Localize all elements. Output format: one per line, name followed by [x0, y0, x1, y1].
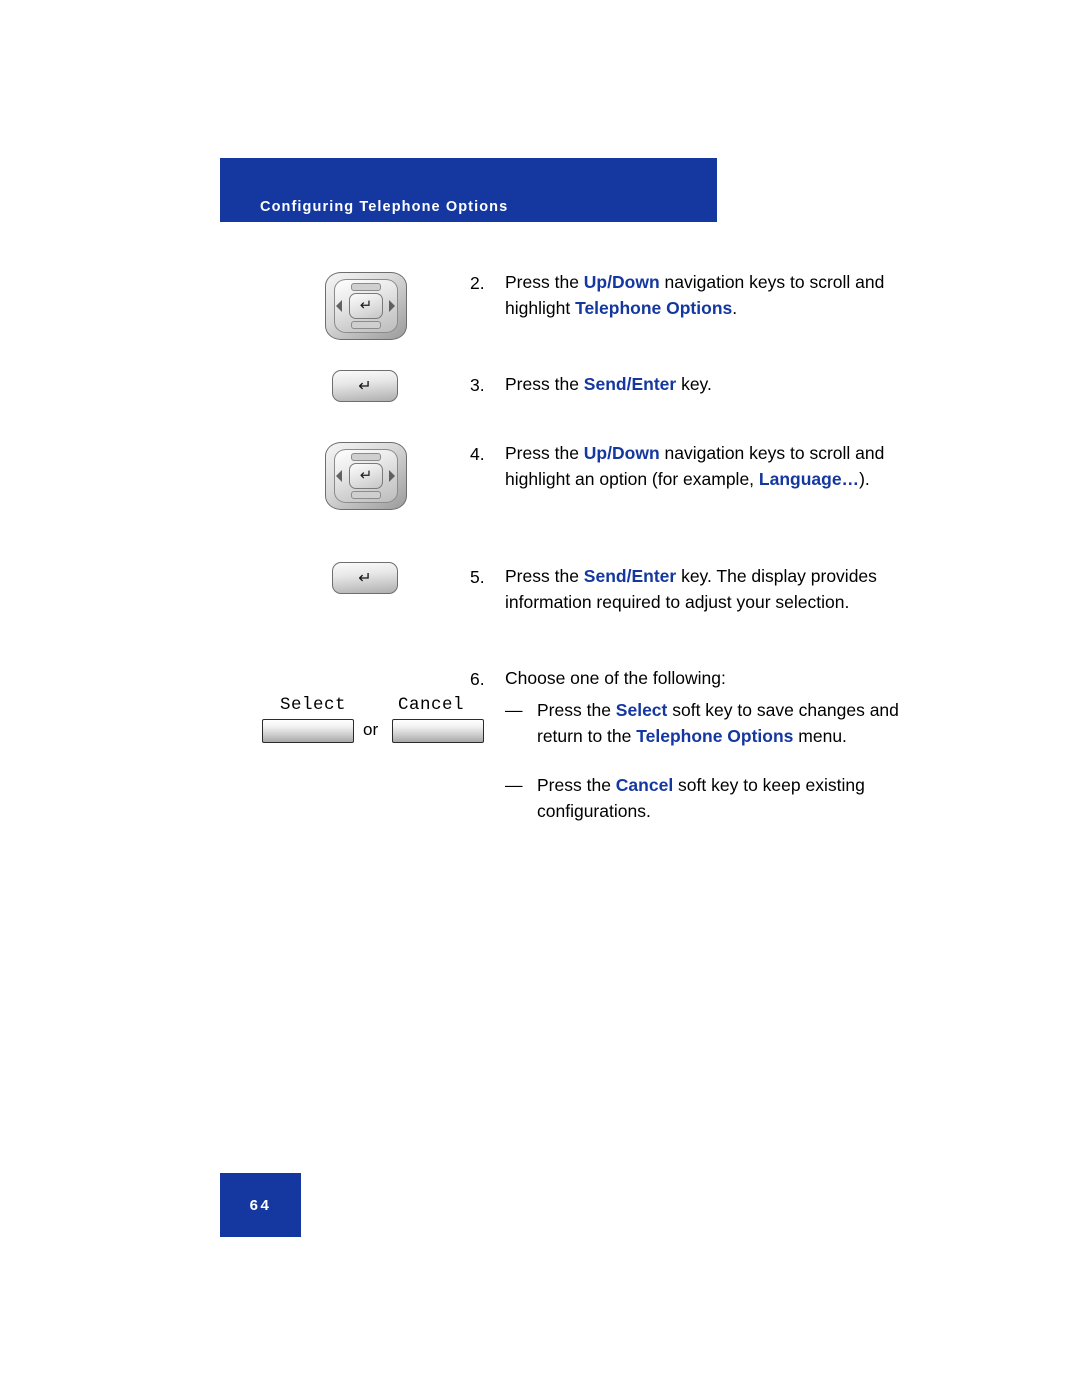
step-text: Press the Send/Enter key. — [505, 374, 712, 394]
enter-arrow-icon: ↵ — [358, 570, 372, 587]
step-text: Press the Send/Enter key. The display pr… — [505, 566, 877, 612]
chapter-header-band: Configuring Telephone Options — [220, 158, 717, 222]
select-softkey-label: Select — [280, 695, 347, 715]
navkey-down-bar — [351, 491, 381, 499]
arrow-right-icon — [389, 300, 395, 312]
navigation-keys-icon: ↵ — [325, 442, 407, 510]
enter-arrow-icon: ↵ — [359, 297, 373, 315]
enter-key-term: Enter — [631, 566, 677, 586]
step-number: 2. — [470, 273, 485, 293]
bullet-text: Press the Select soft key to save change… — [537, 700, 899, 746]
arrow-left-icon — [336, 470, 342, 482]
down-key-term: Down — [612, 272, 660, 292]
cancel-softkey-label: Cancel — [398, 695, 465, 715]
select-softkey-button[interactable] — [262, 719, 354, 743]
telephone-options-term: Telephone Options — [575, 297, 733, 318]
enter-key-icon: ↵ — [332, 370, 398, 402]
language-option-term: Language… — [758, 468, 860, 489]
step-number: 3. — [470, 375, 485, 395]
step-number: 4. — [470, 444, 485, 464]
up-key-term: Up — [583, 443, 608, 463]
telephone-options-term: Telephone Options — [636, 725, 794, 746]
bullet-dash: — — [505, 775, 523, 795]
enter-arrow-icon: ↵ — [359, 467, 373, 485]
cancel-term: Cancel — [615, 775, 674, 795]
step-number: 6. — [470, 669, 485, 689]
step-text: Choose one of the following: — [505, 668, 726, 688]
step-text: Press the Up/Down navigation keys to scr… — [505, 272, 885, 318]
cancel-softkey-button[interactable] — [392, 719, 484, 743]
page-number-block: 64 — [220, 1173, 301, 1237]
navkey-down-bar — [351, 321, 381, 329]
select-term: Select — [615, 700, 668, 720]
arrow-left-icon — [336, 300, 342, 312]
step-text: Press the Up/Down navigation keys to scr… — [505, 443, 885, 489]
or-separator-label: or — [363, 720, 379, 739]
send-key-term: Send — [583, 566, 627, 586]
bullet-text: Press the Cancel soft key to keep existi… — [537, 775, 865, 821]
up-key-term: Up — [583, 272, 608, 292]
arrow-right-icon — [389, 470, 395, 482]
page-number: 64 — [249, 1196, 272, 1214]
enter-arrow-icon: ↵ — [358, 378, 372, 395]
page-title: Configuring Telephone Options — [260, 199, 509, 215]
navigation-keys-icon: ↵ — [325, 272, 407, 340]
softkey-illustration: Select Cancel or — [262, 695, 492, 751]
navkey-center-button: ↵ — [349, 293, 383, 319]
send-key-term: Send — [583, 374, 627, 394]
bullet-dash: — — [505, 700, 523, 720]
enter-key-icon: ↵ — [332, 562, 398, 594]
navkey-up-bar — [351, 453, 381, 461]
step-number: 5. — [470, 567, 485, 587]
enter-key-term: Enter — [631, 374, 677, 394]
down-key-term: Down — [612, 443, 660, 463]
navkey-up-bar — [351, 283, 381, 291]
navkey-center-button: ↵ — [349, 463, 383, 489]
